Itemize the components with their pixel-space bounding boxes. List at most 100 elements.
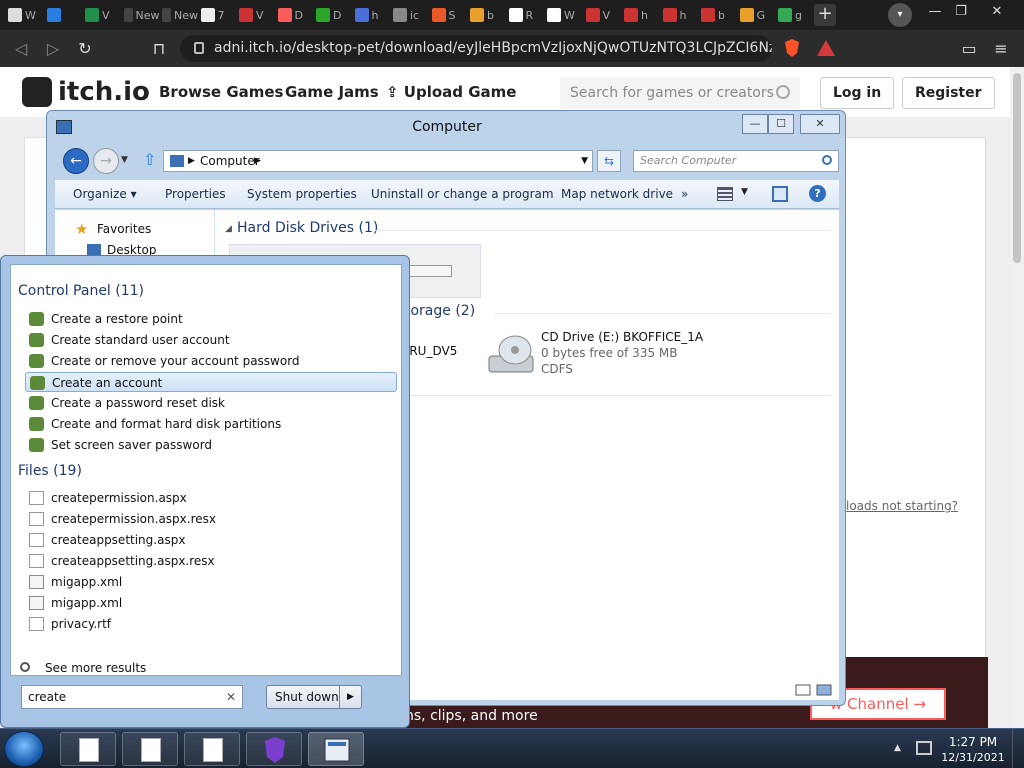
dvd-drive-label[interactable]: -RU_DV5 <box>405 344 457 358</box>
organize-button[interactable]: Organize ▾ <box>73 187 137 201</box>
recent-pages-icon[interactable]: ▼ <box>121 155 128 165</box>
explorer-path-bar[interactable]: ▶ Computer ▶ ▼ <box>163 150 593 172</box>
taskbar-item-document[interactable] <box>184 732 240 766</box>
taskbar-item-document[interactable] <box>60 732 116 766</box>
clock-time[interactable]: 1:27 PM <box>940 735 1006 749</box>
bookmark-icon[interactable]: ⊓ <box>148 38 170 60</box>
cd-drive-icon[interactable] <box>487 332 535 376</box>
browser-tab[interactable]: G <box>739 4 776 26</box>
browser-tab[interactable] <box>46 4 83 26</box>
control-panel-result[interactable]: Create or remove your account password <box>25 351 397 371</box>
explorer-maximize-button[interactable]: ☐ <box>768 114 794 134</box>
start-search-input[interactable]: create ✕ <box>21 685 243 709</box>
control-panel-result[interactable]: Create a password reset disk <box>25 393 397 413</box>
file-result[interactable]: createpermission.aspx <box>25 488 397 508</box>
see-more-results-link[interactable]: See more results <box>45 661 146 675</box>
forward-arrow-icon[interactable]: ▷ <box>42 38 64 60</box>
browser-tab[interactable]: S <box>431 4 468 26</box>
browser-tab[interactable]: h <box>354 4 391 26</box>
browser-minimize-button[interactable]: — <box>922 2 948 22</box>
file-result[interactable]: privacy.rtf <box>25 614 397 634</box>
site-logo[interactable]: itch.io <box>22 77 150 107</box>
windows-start-icon[interactable] <box>4 731 44 767</box>
page-scroll-thumb[interactable] <box>1013 73 1021 263</box>
properties-button[interactable]: Properties <box>165 187 226 201</box>
browser-tab[interactable]: g <box>778 4 814 26</box>
view-toggle-icons[interactable] <box>795 683 833 697</box>
page-scrollbar[interactable] <box>1010 67 1024 728</box>
view-options-icon[interactable] <box>717 187 733 201</box>
browser-restore-button[interactable]: ❐ <box>948 2 974 22</box>
site-search-input[interactable]: Search for games or creators <box>560 77 800 109</box>
chevron-right-icon[interactable]: ▶ <box>339 686 361 708</box>
browser-tab[interactable]: h <box>624 4 660 26</box>
browser-tab[interactable]: New <box>162 4 198 26</box>
file-result[interactable]: migapp.xml <box>25 572 397 592</box>
back-arrow-icon[interactable]: ← <box>63 148 89 174</box>
control-panel-result[interactable]: Create a restore point <box>25 309 397 329</box>
browser-tab[interactable]: W <box>8 4 44 26</box>
up-arrow-icon[interactable]: ⇧ <box>143 150 156 169</box>
forward-arrow-icon[interactable]: → <box>93 148 119 174</box>
browser-tab[interactable]: b <box>470 4 506 26</box>
clear-icon[interactable]: ✕ <box>226 686 236 708</box>
new-tab-button[interactable]: + <box>814 4 836 26</box>
login-button[interactable]: Log in <box>820 77 895 109</box>
nav-game-jams[interactable]: Game Jams <box>285 83 379 101</box>
removable-storage-header[interactable]: torage (2) <box>405 303 475 319</box>
collapse-triangle-icon[interactable]: ◢ <box>225 224 232 234</box>
chevron-right-icon[interactable]: ▶ <box>254 151 261 171</box>
register-button[interactable]: Register <box>902 77 995 109</box>
browser-tab[interactable]: V <box>239 4 275 26</box>
control-panel-result[interactable]: Create an account <box>25 372 397 392</box>
browser-tab[interactable]: V <box>585 4 622 26</box>
brave-rewards-icon[interactable] <box>816 38 836 58</box>
control-panel-result[interactable]: Set screen saver password <box>25 435 397 455</box>
browser-close-button[interactable]: ✕ <box>984 2 1010 22</box>
browser-tab[interactable]: New <box>123 4 160 26</box>
browser-tab[interactable]: V <box>85 4 121 26</box>
browser-tab[interactable]: ic <box>393 4 429 26</box>
address-bar[interactable]: adni.itch.io/desktop-pet/download/eyJleH… <box>180 35 772 62</box>
path-computer[interactable]: Computer <box>200 154 260 168</box>
taskbar-item-explorer[interactable] <box>308 732 364 766</box>
browser-tab[interactable]: R <box>508 4 545 26</box>
show-hidden-icons-icon[interactable]: ▲ <box>894 743 901 753</box>
brave-shield-icon[interactable] <box>782 38 802 58</box>
preview-pane-icon[interactable] <box>772 186 788 202</box>
control-panel-group-header[interactable]: Control Panel (11) <box>18 283 144 299</box>
browser-tab[interactable]: h <box>662 4 699 26</box>
file-result[interactable]: createappsetting.aspx.resx <box>25 551 397 571</box>
explorer-search-input[interactable]: Search Computer <box>633 150 839 172</box>
explorer-close-button[interactable]: ✕ <box>800 114 840 134</box>
refresh-icon[interactable]: ⇆ <box>597 150 621 172</box>
show-desktop-button[interactable] <box>1012 729 1024 768</box>
chevron-right-icon[interactable]: ▶ <box>188 151 195 171</box>
nav-browse-games[interactable]: Browse Games <box>159 83 283 101</box>
shut-down-button[interactable]: Shut down ▶ <box>266 685 362 709</box>
file-result[interactable]: migapp.xml <box>25 593 397 613</box>
control-panel-result[interactable]: Create standard user account <box>25 330 397 350</box>
reload-icon[interactable]: ↻ <box>74 38 96 60</box>
browser-tab[interactable]: b <box>701 4 737 26</box>
downloads-not-starting-link[interactable]: loads not starting? <box>846 499 958 513</box>
help-icon[interactable]: ? <box>809 185 826 202</box>
tab-search-icon[interactable]: ▾ <box>888 3 912 27</box>
nav-favorites[interactable]: Favorites <box>97 222 151 236</box>
back-arrow-icon[interactable]: ◁ <box>10 38 32 60</box>
clock-date[interactable]: 12/31/2021 <box>940 751 1006 764</box>
browser-tab[interactable]: D <box>316 4 352 26</box>
chevron-down-icon[interactable]: ▼ <box>741 187 748 197</box>
explorer-minimize-button[interactable]: — <box>742 114 768 134</box>
taskbar-item-document[interactable] <box>122 732 178 766</box>
menu-icon[interactable]: ≡ <box>990 38 1012 60</box>
files-group-header[interactable]: Files (19) <box>18 463 82 479</box>
taskbar-item-brave[interactable] <box>246 732 302 766</box>
more-commands-button[interactable]: » <box>681 187 688 201</box>
search-icon[interactable] <box>776 85 790 99</box>
uninstall-program-button[interactable]: Uninstall or change a program <box>371 187 554 201</box>
browser-tab[interactable]: 7 <box>200 4 237 26</box>
wallet-icon[interactable]: ▭ <box>958 38 980 60</box>
search-icon[interactable] <box>822 155 832 165</box>
system-properties-button[interactable]: System properties <box>247 187 357 201</box>
